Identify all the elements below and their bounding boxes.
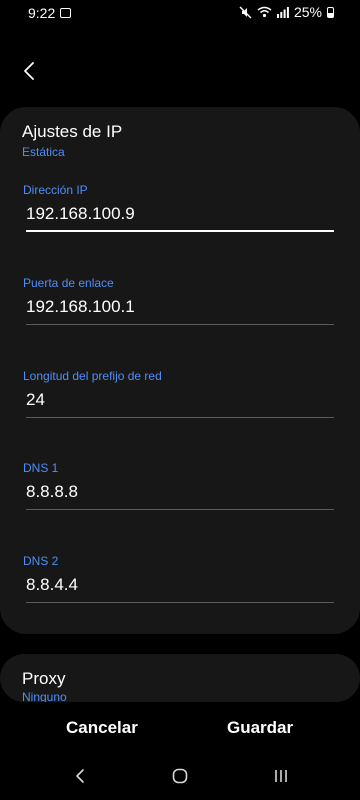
bottom-actions: Cancelar Guardar — [0, 704, 360, 754]
chevron-left-icon — [24, 62, 34, 80]
ip-settings-mode[interactable]: Estática — [22, 145, 65, 159]
battery-percent: 25% — [293, 4, 322, 20]
dns2-input[interactable]: 8.8.4.4 — [26, 575, 78, 595]
save-button[interactable]: Guardar — [227, 718, 293, 738]
status-icons: 25% — [239, 4, 334, 20]
dns1-input[interactable]: 8.8.8.8 — [26, 482, 78, 502]
dns1-underline — [26, 509, 334, 510]
gateway-underline — [26, 324, 334, 325]
status-bar: 9:22 25% — [0, 0, 360, 26]
status-time: 9:22 — [28, 5, 56, 21]
nav-back-button[interactable] — [65, 764, 95, 788]
ip-address-label: Dirección IP — [23, 183, 88, 197]
proxy-value: Ninguno — [22, 690, 67, 702]
ip-settings-card: Ajustes de IP Estática Dirección IP 192.… — [0, 107, 360, 634]
gallery-icon — [60, 8, 71, 18]
mute-icon — [239, 6, 252, 18]
ip-settings-title[interactable]: Ajustes de IP — [22, 122, 122, 142]
prefix-length-underline — [26, 417, 334, 418]
back-icon — [76, 769, 84, 783]
back-button[interactable] — [14, 56, 44, 86]
dns2-underline — [26, 602, 334, 603]
prefix-length-label: Longitud del prefijo de red — [23, 369, 162, 383]
proxy-title: Proxy — [22, 669, 66, 688]
gateway-label: Puerta de enlace — [23, 276, 114, 290]
dns1-label: DNS 1 — [23, 461, 59, 475]
battery-icon — [327, 6, 334, 18]
home-icon — [172, 768, 188, 784]
wifi-icon — [257, 6, 272, 18]
ip-address-input[interactable]: 192.168.100.9 — [26, 204, 135, 224]
nav-home-button[interactable] — [165, 764, 195, 788]
ip-address-underline — [26, 230, 334, 232]
proxy-card[interactable]: Proxy Ninguno — [0, 654, 360, 702]
navigation-bar — [0, 754, 360, 800]
cancel-button[interactable]: Cancelar — [66, 718, 138, 738]
prefix-length-input[interactable]: 24 — [26, 390, 45, 410]
dns2-label: DNS 2 — [23, 554, 59, 568]
gateway-input[interactable]: 192.168.100.1 — [26, 297, 135, 317]
recents-icon — [275, 770, 287, 782]
signal-icon — [276, 7, 289, 18]
nav-recents-button[interactable] — [266, 764, 296, 788]
